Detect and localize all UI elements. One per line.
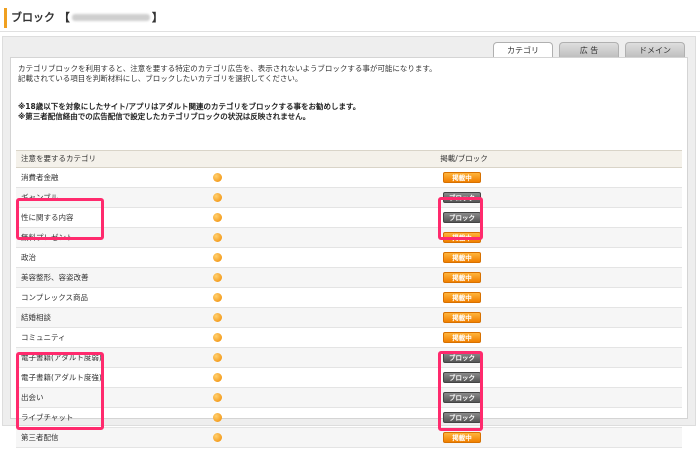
header-status: 掲載/ブロック bbox=[440, 154, 488, 163]
info-icon[interactable] bbox=[213, 173, 222, 182]
tab-category[interactable]: カテゴリ bbox=[493, 42, 553, 58]
category-name: 第三者配信 bbox=[21, 433, 59, 442]
intro-line-2: 記載されている項目を判断材料にし、ブロックしたいカテゴリを選択してください。 bbox=[18, 74, 303, 83]
publish-status-button[interactable]: 掲載中 bbox=[443, 332, 481, 343]
category-name: コミュニティ bbox=[21, 333, 66, 342]
note-line-1: ※18歳以下を対象にしたサイト/アプリはアダルト関連のカテゴリをブロックする事を… bbox=[18, 102, 361, 111]
category-panel: カテゴリブロックを利用すると、注意を要する特定のカテゴリ広告を、表示されないよう… bbox=[10, 57, 688, 448]
table-row: 第三者配信 掲載中 bbox=[16, 428, 682, 448]
tab-domain[interactable]: ドメイン bbox=[625, 42, 685, 58]
intro-line-1: カテゴリブロックを利用すると、注意を要する特定のカテゴリ広告を、表示されないよう… bbox=[18, 64, 437, 73]
note-line-2: ※第三者配信経由での広告配信で設定したカテゴリブロックの状況は反映されません。 bbox=[18, 112, 311, 121]
notes-text: ※18歳以下を対象にしたサイト/アプリはアダルト関連のカテゴリをブロックする事を… bbox=[18, 102, 360, 122]
info-icon[interactable] bbox=[213, 373, 222, 382]
category-name: 美容整形、容姿改善 bbox=[21, 273, 89, 282]
table-row: 電子書籍(アダルト度強) ブロック bbox=[16, 368, 682, 388]
title-divider bbox=[0, 31, 700, 32]
info-icon[interactable] bbox=[213, 253, 222, 262]
highlight-box-right-1 bbox=[438, 197, 483, 240]
category-name: 結婚相談 bbox=[21, 313, 51, 322]
info-icon[interactable] bbox=[213, 273, 222, 282]
table-row: 電子書籍(アダルト度弱) ブロック bbox=[16, 348, 682, 368]
page-title: ブロック 【 】 bbox=[4, 8, 694, 28]
info-icon[interactable] bbox=[213, 193, 222, 202]
publish-status-button[interactable]: 掲載中 bbox=[443, 292, 481, 303]
publish-status-button[interactable]: 掲載中 bbox=[443, 312, 481, 323]
table-row: ライブチャット ブロック bbox=[16, 408, 682, 428]
publish-status-button[interactable]: 掲載中 bbox=[443, 272, 481, 283]
category-name: 政治 bbox=[21, 253, 36, 262]
category-name: 消費者金融 bbox=[21, 173, 59, 182]
info-icon[interactable] bbox=[213, 313, 222, 322]
header-category: 注意を要するカテゴリ bbox=[21, 154, 96, 163]
highlight-box-left-1 bbox=[16, 198, 104, 240]
table-row: 結婚相談 掲載中 bbox=[16, 308, 682, 328]
info-icon[interactable] bbox=[213, 293, 222, 302]
intro-text: カテゴリブロックを利用すると、注意を要する特定のカテゴリ広告を、表示されないよう… bbox=[18, 64, 437, 84]
page-title-suffix: 】 bbox=[151, 11, 163, 24]
table-row: 出会い ブロック bbox=[16, 388, 682, 408]
info-icon[interactable] bbox=[213, 233, 222, 242]
info-icon[interactable] bbox=[213, 353, 222, 362]
table-row: 無料プレゼント 掲載中 bbox=[16, 228, 682, 248]
tab-ads[interactable]: 広 告 bbox=[559, 42, 619, 58]
category-table: 注意を要するカテゴリ 掲載/ブロック 消費者金融 掲載中 ギャンブル ブロック 性に関す… bbox=[16, 150, 682, 448]
highlight-box-left-2 bbox=[16, 352, 104, 430]
table-row: 政治 掲載中 bbox=[16, 248, 682, 268]
table-row: コンプレックス商品 掲載中 bbox=[16, 288, 682, 308]
table-body: 消費者金融 掲載中 ギャンブル ブロック 性に関する内容 ブロック 無料プレゼント 掲載中 政治… bbox=[16, 168, 682, 448]
tab-bar: カテゴリ 広 告 ドメイン bbox=[493, 42, 685, 58]
publish-status-button[interactable]: 掲載中 bbox=[443, 432, 481, 443]
table-row: 性に関する内容 ブロック bbox=[16, 208, 682, 228]
publish-status-button[interactable]: 掲載中 bbox=[443, 172, 481, 183]
table-row: 消費者金融 掲載中 bbox=[16, 168, 682, 188]
highlight-box-right-2 bbox=[438, 351, 483, 431]
category-name: コンプレックス商品 bbox=[21, 293, 89, 302]
table-row: ギャンブル ブロック bbox=[16, 188, 682, 208]
info-icon[interactable] bbox=[213, 213, 222, 222]
settings-container: カテゴリ 広 告 ドメイン カテゴリブロックを利用すると、注意を要する特定のカテ… bbox=[2, 36, 696, 448]
table-header: 注意を要するカテゴリ 掲載/ブロック bbox=[16, 150, 682, 168]
redacted-site-name bbox=[71, 14, 150, 21]
info-icon[interactable] bbox=[213, 393, 222, 402]
info-icon[interactable] bbox=[213, 413, 222, 422]
publish-status-button[interactable]: 掲載中 bbox=[443, 252, 481, 263]
table-row: コミュニティ 掲載中 bbox=[16, 328, 682, 348]
info-icon[interactable] bbox=[213, 333, 222, 342]
page-title-prefix: ブロック 【 bbox=[11, 11, 70, 24]
table-row: 美容整形、容姿改善 掲載中 bbox=[16, 268, 682, 288]
info-icon[interactable] bbox=[213, 433, 222, 442]
